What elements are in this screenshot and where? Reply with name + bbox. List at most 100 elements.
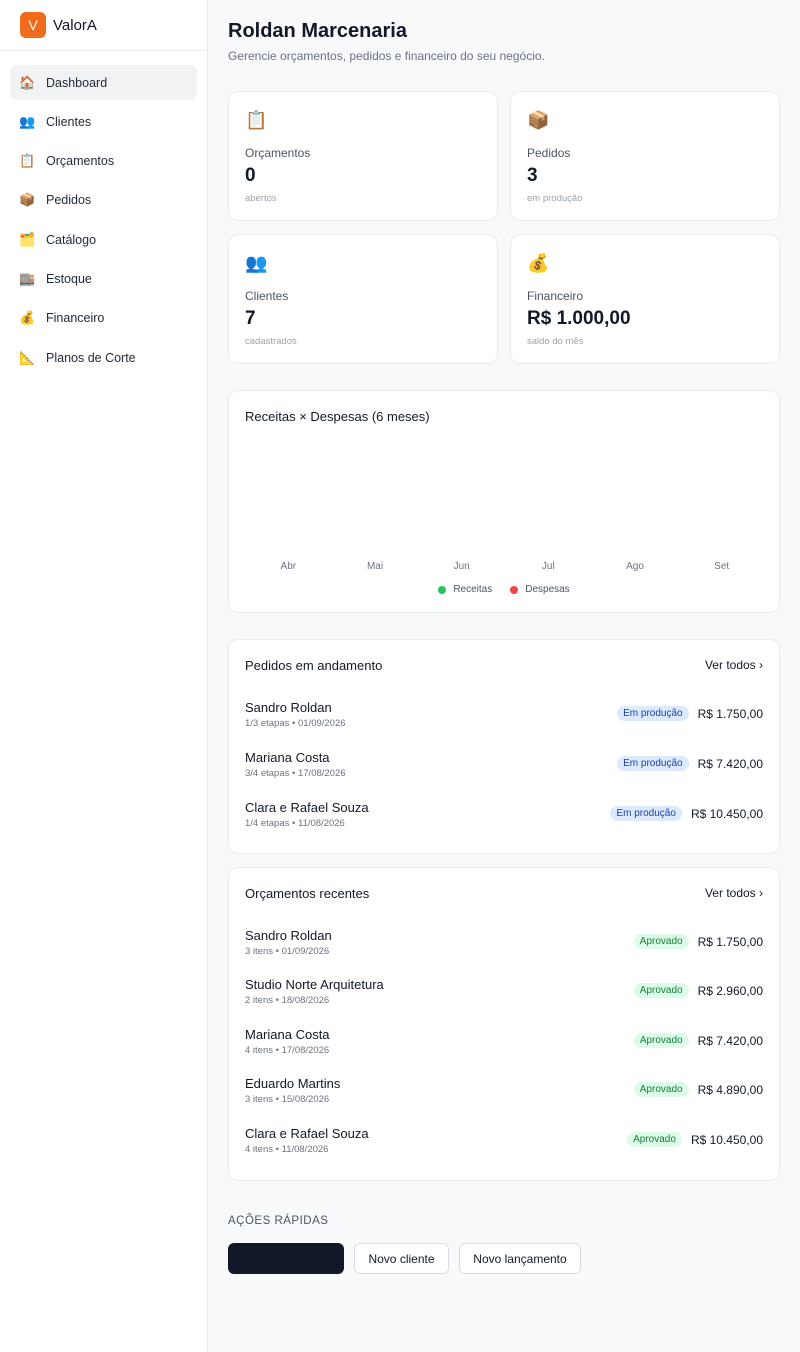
warehouse-icon: 🏬: [19, 270, 36, 286]
order-meta: 1/4 etapas • 11/08/2026: [245, 818, 345, 829]
stat-label: Pedidos: [527, 146, 571, 160]
quote-row-right: Aprovado R$ 4.890,00: [633, 1082, 763, 1097]
sidebar-item-label: Financeiro: [46, 311, 105, 326]
orders-see-all-link[interactable]: Ver todos ›: [705, 658, 763, 672]
home-icon: 🏠: [19, 74, 36, 90]
quotes-see-all-link[interactable]: Ver todos ›: [705, 886, 763, 900]
clipboard-icon: 📋: [245, 110, 268, 130]
order-amount: R$ 7.420,00: [697, 756, 763, 771]
quotes-card: Orçamentos recentes Ver todos › Sandro R…: [228, 867, 780, 1181]
x-tick-label: Jul: [542, 561, 555, 572]
stat-card-clientes[interactable]: 👥 Clientes 7 cadastrados: [228, 234, 498, 364]
quote-row[interactable]: Mariana Costa 4 itens • 17/08/2026 Aprov…: [245, 1027, 763, 1067]
quote-amount: R$ 1.750,00: [697, 934, 763, 949]
sidebar-item-label: Clientes: [46, 114, 92, 129]
quote-row[interactable]: Sandro Roldan 3 itens • 01/09/2026 Aprov…: [245, 928, 763, 968]
status-badge: Em produção: [617, 706, 689, 721]
money-bag-icon: 💰: [19, 310, 36, 326]
order-client-name: Sandro Roldan: [245, 700, 332, 715]
stat-card-pedidos[interactable]: 📦 Pedidos 3 em produção: [510, 91, 780, 221]
sidebar-item-label: Pedidos: [46, 193, 92, 208]
x-tick-label: Mai: [367, 561, 383, 572]
order-row[interactable]: Clara e Rafael Souza 1/4 etapas • 11/08/…: [245, 800, 763, 840]
sidebar-item-catalogo[interactable]: 🗂️ Catálogo: [10, 222, 197, 257]
order-meta: 1/3 etapas • 01/09/2026: [245, 718, 346, 729]
status-badge: Em produção: [617, 756, 689, 771]
green-dot-icon: [438, 585, 447, 594]
card-index-icon: 🗂️: [19, 231, 36, 247]
legend-label: Despesas: [525, 584, 570, 595]
order-row[interactable]: Mariana Costa 3/4 etapas • 17/08/2026 Em…: [245, 750, 763, 790]
quote-row[interactable]: Eduardo Martins 3 itens • 15/08/2026 Apr…: [245, 1076, 763, 1116]
x-tick-label: Jun: [454, 561, 470, 572]
brand[interactable]: V ValorA: [0, 0, 207, 51]
order-row-right: Em produção R$ 1.750,00: [617, 706, 763, 721]
money-bag-icon: 💰: [527, 253, 550, 273]
quote-client-name: Mariana Costa: [245, 1027, 330, 1042]
quote-amount: R$ 4.890,00: [697, 1082, 763, 1097]
x-tick-label: Ago: [626, 561, 644, 572]
new-quote-button[interactable]: [228, 1243, 344, 1274]
new-client-button[interactable]: Novo cliente: [354, 1243, 449, 1274]
sidebar: V ValorA 🏠 Dashboard 👥 Clientes 📋 Orçame…: [0, 0, 208, 1352]
legend-label: Receitas: [453, 584, 493, 595]
quote-client-name: Clara e Rafael Souza: [245, 1126, 369, 1141]
stat-note: saldo do mês: [527, 336, 584, 347]
quote-row-right: Aprovado R$ 10.450,00: [627, 1132, 763, 1147]
orders-title: Pedidos em andamento: [245, 658, 383, 673]
stat-note: em produção: [527, 193, 583, 204]
main-content: Roldan Marcenaria Gerencie orçamentos, p…: [208, 0, 800, 1352]
quote-row[interactable]: Studio Norte Arquitetura 2 itens • 18/08…: [245, 977, 763, 1017]
quote-amount: R$ 2.960,00: [697, 983, 763, 998]
legend-item-receitas[interactable]: Receitas: [438, 584, 492, 595]
order-row-right: Em produção R$ 10.450,00: [610, 806, 763, 821]
sidebar-item-dashboard[interactable]: 🏠 Dashboard: [10, 65, 197, 100]
quote-client-name: Eduardo Martins: [245, 1076, 341, 1091]
quote-meta: 2 itens • 18/08/2026: [245, 995, 330, 1006]
new-entry-button[interactable]: Novo lançamento: [459, 1243, 581, 1274]
sidebar-item-label: Dashboard: [46, 75, 108, 90]
revenue-expense-chart: Abr Mai Jun Jul Ago Set: [281, 561, 730, 572]
stat-card-orcamentos[interactable]: 📋 Orçamentos 0 abertos: [228, 91, 498, 221]
x-tick-label: Set: [714, 561, 729, 572]
sidebar-item-label: Estoque: [46, 271, 92, 286]
stat-value: 3: [527, 165, 538, 186]
quick-actions-title: AÇÕES RÁPIDAS: [228, 1215, 329, 1227]
x-tick-label: Abr: [281, 561, 297, 572]
quote-client-name: Sandro Roldan: [245, 928, 332, 943]
stat-value: 0: [245, 165, 256, 186]
chart-card: Receitas × Despesas (6 meses) Abr Mai Jun J…: [228, 390, 780, 613]
order-client-name: Mariana Costa: [245, 750, 330, 765]
stat-value: 7: [245, 308, 256, 329]
quote-row-right: Aprovado R$ 7.420,00: [633, 1033, 763, 1048]
sidebar-item-financeiro[interactable]: 💰 Financeiro: [10, 301, 197, 336]
triangle-ruler-icon: 📐: [19, 349, 36, 365]
sidebar-item-pedidos[interactable]: 📦 Pedidos: [10, 183, 197, 218]
quote-meta: 4 itens • 11/08/2026: [245, 1144, 329, 1155]
page-title: Roldan Marcenaria: [228, 20, 407, 42]
status-badge: Aprovado: [633, 934, 689, 949]
red-dot-icon: [510, 585, 519, 594]
stat-label: Clientes: [245, 289, 289, 303]
status-badge: Aprovado: [633, 1033, 689, 1048]
quote-row[interactable]: Clara e Rafael Souza 4 itens • 11/08/202…: [245, 1126, 763, 1166]
chart-legend: Receitas Despesas: [229, 584, 779, 595]
legend-item-despesas[interactable]: Despesas: [510, 584, 570, 595]
stat-label: Orçamentos: [245, 146, 311, 160]
sidebar-item-clientes[interactable]: 👥 Clientes: [10, 104, 197, 139]
sidebar-item-label: Orçamentos: [46, 154, 115, 169]
order-row-right: Em produção R$ 7.420,00: [617, 756, 763, 771]
order-row[interactable]: Sandro Roldan 1/3 etapas • 01/09/2026 Em…: [245, 700, 763, 740]
stat-card-financeiro[interactable]: 💰 Financeiro R$ 1.000,00 saldo do mês: [510, 234, 780, 364]
stat-note: abertos: [245, 193, 277, 204]
sidebar-item-planos-de-corte[interactable]: 📐 Planos de Corte: [10, 340, 197, 375]
page-subtitle: Gerencie orçamentos, pedidos e financeir…: [228, 49, 545, 63]
sidebar-item-estoque[interactable]: 🏬 Estoque: [10, 261, 197, 296]
sidebar-item-orcamentos[interactable]: 📋 Orçamentos: [10, 144, 197, 179]
quote-meta: 3 itens • 01/09/2026: [245, 946, 330, 957]
quotes-title: Orçamentos recentes: [245, 886, 370, 901]
clipboard-icon: 📋: [19, 153, 36, 169]
order-amount: R$ 1.750,00: [697, 706, 763, 721]
status-badge: Aprovado: [627, 1132, 682, 1147]
orders-card: Pedidos em andamento Ver todos › Sandro …: [228, 639, 780, 854]
